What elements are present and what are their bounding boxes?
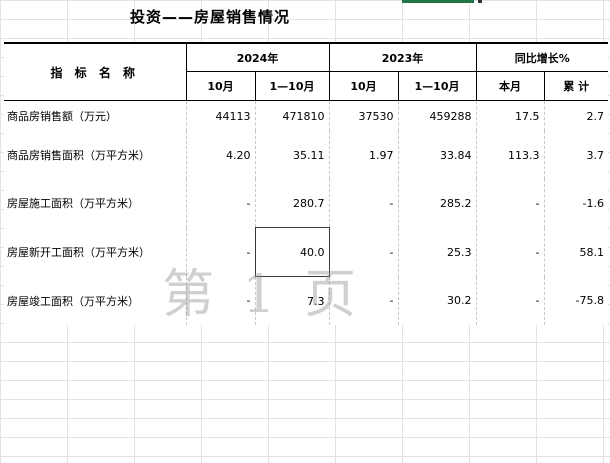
cell-oct-2024[interactable]: -: [186, 179, 256, 228]
row-label[interactable]: 商品房销售面积（万平方米）: [4, 131, 187, 179]
cell-ytd-2023[interactable]: 459288: [398, 100, 477, 131]
cell-yoy-month[interactable]: 113.3: [476, 131, 545, 179]
cell-yoy-month[interactable]: -: [476, 276, 545, 325]
cell-ytd-2023[interactable]: 30.2: [398, 276, 477, 325]
cell-ytd-2024[interactable]: 7.3: [255, 276, 330, 325]
cell-yoy-month[interactable]: -: [476, 227, 545, 277]
row-label[interactable]: 房屋新开工面积（万平方米）: [4, 227, 187, 277]
cell-ytd-2023[interactable]: 25.3: [398, 227, 477, 277]
header-oct-2024[interactable]: 10月: [186, 71, 256, 101]
cell-oct-2023[interactable]: -: [329, 179, 399, 228]
cell-ytd-2024[interactable]: 35.11: [255, 131, 330, 179]
cell-oct-2024[interactable]: -: [186, 227, 256, 277]
row-label[interactable]: 商品房销售额（万元）: [4, 100, 187, 131]
cell-ytd-2023[interactable]: 285.2: [398, 179, 477, 228]
header-year-2024[interactable]: 2024年: [186, 42, 330, 72]
row-label[interactable]: 房屋竣工面积（万平方米）: [4, 276, 187, 325]
header-year-2023[interactable]: 2023年: [329, 42, 477, 72]
cell-ytd-2024[interactable]: 280.7: [255, 179, 330, 228]
row-label[interactable]: 房屋施工面积（万平方米）: [4, 179, 187, 228]
table-row: 房屋施工面积（万平方米） - 280.7 - 285.2 - -1.6: [4, 179, 608, 228]
cell-oct-2024[interactable]: 44113: [186, 100, 256, 131]
header-ytd-2024[interactable]: 1—10月: [255, 71, 330, 101]
cell-yoy-month[interactable]: -: [476, 179, 545, 228]
table-row: 房屋竣工面积（万平方米） - 7.3 - 30.2 - -75.8: [4, 276, 608, 326]
table-row: 商品房销售面积（万平方米） 4.20 35.11 1.97 33.84 113.…: [4, 131, 608, 179]
cell-oct-2024[interactable]: -: [186, 276, 256, 325]
report-title[interactable]: 投资——房屋销售情况: [130, 6, 290, 27]
cell-yoy-cumulative[interactable]: -1.6: [544, 179, 608, 228]
header-ytd-2023[interactable]: 1—10月: [398, 71, 477, 101]
cell-ytd-2024[interactable]: 40.0: [254, 227, 330, 277]
cell-yoy-month[interactable]: 17.5: [476, 100, 545, 131]
cell-ytd-2024[interactable]: 471810: [255, 100, 330, 131]
header-yoy-month[interactable]: 本月: [476, 71, 545, 101]
cell-yoy-cumulative[interactable]: 3.7: [544, 131, 608, 179]
cell-oct-2023[interactable]: 37530: [329, 100, 399, 131]
table-row: 房屋新开工面积（万平方米） - 40.0 - 25.3 - 58.1: [4, 227, 608, 277]
table-row: 商品房销售额（万元） 44113 471810 37530 459288 17.…: [4, 100, 608, 132]
header-yoy-cumulative[interactable]: 累 计: [544, 71, 608, 101]
cell-oct-2023[interactable]: 1.97: [329, 131, 399, 179]
cell-oct-2023[interactable]: -: [329, 276, 399, 325]
cell-yoy-cumulative[interactable]: -75.8: [544, 277, 608, 326]
cell-oct-2024[interactable]: 4.20: [186, 131, 256, 179]
data-table: 指 标 名 称 2024年 2023年 同比增长% 10月 1—10月 10月 …: [4, 42, 608, 325]
header-metric-name[interactable]: 指 标 名 称: [4, 42, 187, 101]
cell-yoy-cumulative[interactable]: 58.1: [544, 228, 608, 277]
header-oct-2023[interactable]: 10月: [329, 71, 399, 101]
fill-handle-icon[interactable]: [478, 0, 482, 3]
header-yoy-growth[interactable]: 同比增长%: [476, 42, 608, 72]
cell-ytd-2023[interactable]: 33.84: [398, 131, 477, 179]
cell-yoy-cumulative[interactable]: 2.7: [544, 101, 608, 132]
active-cell-indicator: [402, 0, 474, 3]
cell-oct-2023[interactable]: -: [329, 227, 399, 277]
